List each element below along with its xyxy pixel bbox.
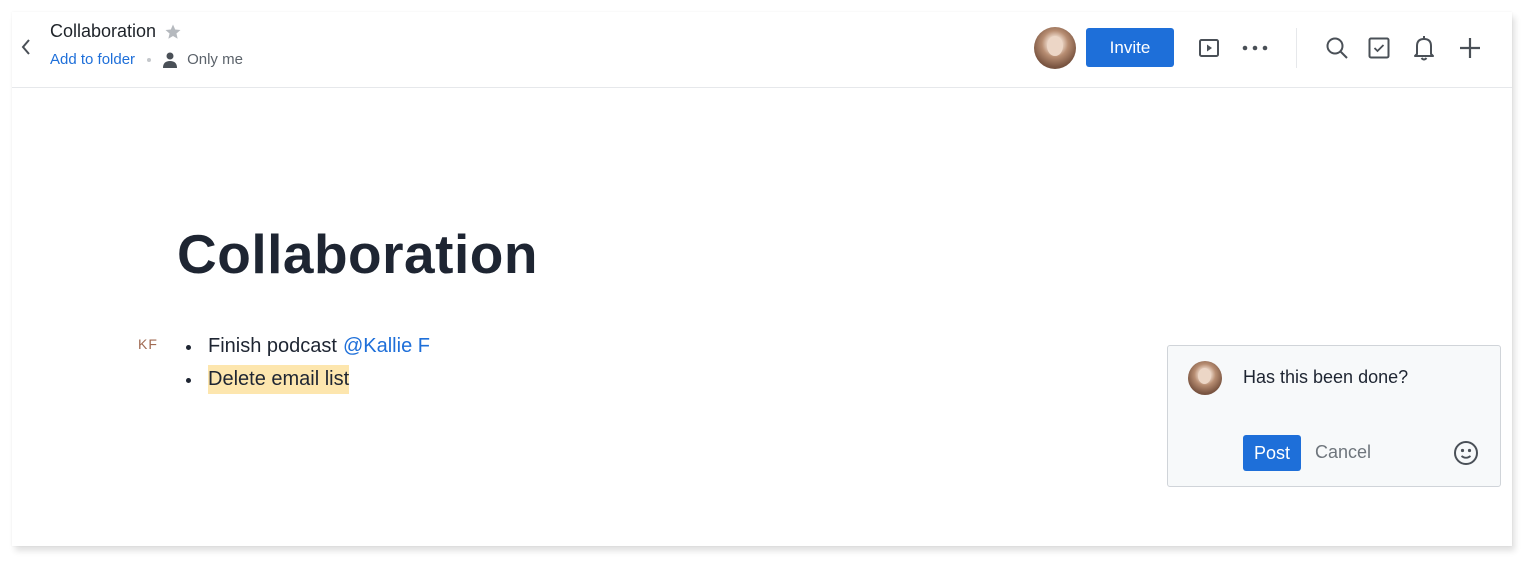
bullet-list: Finish podcast @Kallie F Delete email li…: [182, 330, 430, 396]
notifications-button[interactable]: [1410, 34, 1438, 62]
back-chevron-icon: [21, 39, 30, 55]
back-button[interactable]: [16, 35, 36, 59]
search-button[interactable]: [1323, 34, 1351, 62]
plus-icon: [1460, 38, 1480, 58]
separator-dot: [147, 57, 152, 62]
comment-input[interactable]: Has this been done?: [1243, 367, 1408, 388]
invite-button[interactable]: Invite: [1086, 28, 1174, 67]
more-icon: [1242, 45, 1268, 51]
checklist-icon: [1368, 37, 1390, 59]
more-button[interactable]: [1241, 34, 1269, 62]
search-icon: [1326, 37, 1348, 59]
sharing-status[interactable]: Only me: [187, 51, 243, 68]
post-button[interactable]: Post: [1243, 435, 1301, 471]
user-avatar[interactable]: [1034, 27, 1076, 69]
user-mention[interactable]: @Kallie F: [343, 335, 430, 358]
present-icon: [1199, 39, 1219, 57]
star-icon[interactable]: [164, 23, 182, 41]
commenter-avatar: [1188, 361, 1222, 395]
title-row: Collaboration: [50, 21, 182, 42]
add-button[interactable]: [1456, 34, 1484, 62]
list-item[interactable]: Delete email list: [182, 363, 430, 396]
document-heading[interactable]: Collaboration: [177, 222, 538, 286]
present-button[interactable]: [1195, 34, 1223, 62]
list-item[interactable]: Finish podcast @Kallie F: [182, 330, 430, 363]
top-bar: Collaboration Add to folder Only me Invi…: [12, 12, 1512, 88]
doc-title[interactable]: Collaboration: [50, 21, 156, 42]
avatar-face: [1198, 368, 1211, 384]
add-to-folder-link[interactable]: Add to folder: [50, 51, 135, 68]
avatar-face: [1047, 36, 1063, 56]
app-window: Collaboration Add to folder Only me Invi…: [12, 12, 1512, 546]
tasks-button[interactable]: [1365, 34, 1393, 62]
comment-box: Has this been done? Post Cancel: [1167, 345, 1501, 487]
list-item-text: Finish podcast: [208, 335, 337, 357]
cancel-button[interactable]: Cancel: [1315, 442, 1371, 463]
author-initials: KF: [138, 336, 158, 352]
highlighted-text: Delete email list: [208, 365, 350, 394]
meta-row: Add to folder Only me: [50, 51, 243, 68]
bell-icon: [1414, 36, 1434, 61]
emoji-icon[interactable]: [1452, 439, 1480, 467]
person-icon: [163, 52, 178, 68]
toolbar-divider: [1296, 28, 1297, 68]
